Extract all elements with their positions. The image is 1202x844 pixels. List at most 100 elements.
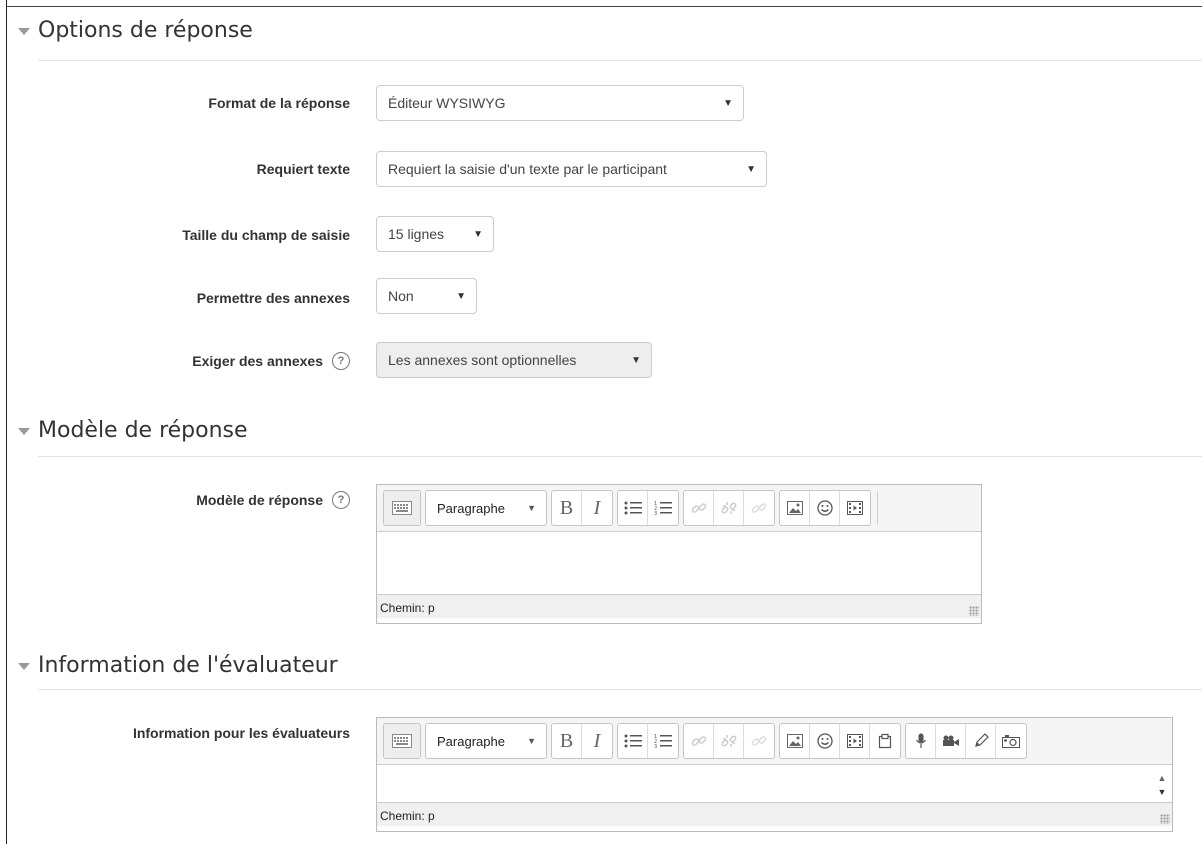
dropdown-arrow-icon: ▼ xyxy=(527,503,536,513)
section-title: Options de réponse xyxy=(38,18,253,43)
keyboard-toggle-icon[interactable] xyxy=(384,491,420,525)
response-template-label: Modèle de réponse ? xyxy=(196,490,350,510)
label-text: Modèle de réponse xyxy=(196,492,323,508)
toolbar-group xyxy=(683,490,775,526)
response-format-select[interactable]: Éditeur WYSIWYG ▼ xyxy=(376,85,744,121)
response-required-select[interactable]: Requiert la saisie d'un texte par le par… xyxy=(376,151,767,187)
dropdown-arrow-icon: ▼ xyxy=(456,290,466,302)
editor-content-area[interactable]: ▲ ▼ xyxy=(377,765,1172,802)
toolbar-group xyxy=(383,723,421,759)
attachments-required-label: Exiger des annexes ? xyxy=(192,351,350,371)
section-title: Modèle de réponse xyxy=(38,418,248,443)
label-text: Requiert texte xyxy=(256,161,350,177)
window-border-left xyxy=(6,0,7,844)
toolbar-group xyxy=(383,490,421,526)
editor-toolbar: Paragraphe ▼ B I 123 xyxy=(377,485,981,532)
editor-toolbar: Paragraphe ▼ B I 123 xyxy=(377,718,1172,765)
select-value: Éditeur WYSIWYG xyxy=(388,95,506,111)
bullet-list-icon[interactable] xyxy=(618,491,648,525)
italic-button[interactable]: I xyxy=(582,491,612,525)
anchor-link-icon xyxy=(744,724,774,758)
dropdown-arrow-icon: ▼ xyxy=(631,354,641,366)
dropdown-arrow-icon: ▼ xyxy=(723,97,733,109)
field-lines-label: Taille du champ de saisie xyxy=(182,225,350,245)
paragraph-format-select[interactable]: Paragraphe ▼ xyxy=(426,724,546,758)
manage-files-icon[interactable] xyxy=(870,724,900,758)
label-text: Permettre des annexes xyxy=(196,290,350,306)
record-video-icon[interactable] xyxy=(936,724,966,758)
collapse-triangle-icon[interactable] xyxy=(18,28,30,35)
response-format-label: Format de la réponse xyxy=(208,93,350,113)
media-icon[interactable] xyxy=(840,491,870,525)
grader-info-editor: Paragraphe ▼ B I 123 ▲ ▼ Chemin: p xyxy=(376,717,1173,832)
toolbar-group: B I xyxy=(551,490,613,526)
resize-handle-icon[interactable] xyxy=(1160,814,1170,824)
anchor-link-icon xyxy=(744,491,774,525)
attachments-required-select: Les annexes sont optionnelles ▼ xyxy=(376,342,652,378)
toolbar-end xyxy=(877,491,878,525)
editor-scrollbar[interactable]: ▲ ▼ xyxy=(1156,771,1168,799)
dropdown-arrow-icon: ▼ xyxy=(527,736,536,746)
keyboard-toggle-icon[interactable] xyxy=(384,724,420,758)
editor-path: Chemin: p xyxy=(380,601,435,615)
toolbar-group: 123 xyxy=(617,490,679,526)
editor-content-area[interactable] xyxy=(377,532,981,594)
dropdown-arrow-icon: ▼ xyxy=(473,228,483,240)
response-template-editor: Paragraphe ▼ B I 123 Chemin: p xyxy=(376,484,982,624)
editor-path: Chemin: p xyxy=(380,809,435,823)
bullet-list-icon[interactable] xyxy=(618,724,648,758)
scroll-up-icon[interactable]: ▲ xyxy=(1156,771,1168,785)
label-text: Exiger des annexes xyxy=(192,353,323,369)
toolbar-group xyxy=(683,723,775,759)
paragraph-label: Paragraphe xyxy=(437,733,505,749)
image-icon[interactable] xyxy=(780,491,810,525)
bold-button[interactable]: B xyxy=(552,491,582,525)
toolbar-group: Paragraphe ▼ xyxy=(425,490,547,526)
emoticon-icon[interactable] xyxy=(810,724,840,758)
section-header-model[interactable]: Modèle de réponse xyxy=(18,418,248,443)
numbered-list-icon[interactable]: 123 xyxy=(648,491,678,525)
image-icon[interactable] xyxy=(780,724,810,758)
section-title: Information de l'évaluateur xyxy=(38,653,338,678)
paragraph-label: Paragraphe xyxy=(437,500,505,516)
editor-statusbar: Chemin: p xyxy=(377,594,981,618)
section-header-grader[interactable]: Information de l'évaluateur xyxy=(18,653,338,678)
dropdown-arrow-icon: ▼ xyxy=(746,163,756,175)
select-value: Requiert la saisie d'un texte par le par… xyxy=(388,161,667,177)
collapse-triangle-icon[interactable] xyxy=(18,428,30,435)
resize-handle-icon[interactable] xyxy=(969,606,979,616)
section-divider xyxy=(38,60,1202,61)
field-lines-select[interactable]: 15 lignes ▼ xyxy=(376,216,494,252)
emoticon-icon[interactable] xyxy=(810,491,840,525)
unlink-icon xyxy=(714,491,744,525)
link-icon xyxy=(684,724,714,758)
record-audio-icon[interactable] xyxy=(906,724,936,758)
help-icon[interactable]: ? xyxy=(332,352,350,370)
unlink-icon xyxy=(714,724,744,758)
grader-info-label: Information pour les évaluateurs xyxy=(133,723,350,743)
screenshot-camera-icon[interactable] xyxy=(996,724,1026,758)
label-text: Information pour les évaluateurs xyxy=(132,725,350,741)
toolbar-group xyxy=(779,490,871,526)
media-icon[interactable] xyxy=(840,724,870,758)
scroll-down-icon[interactable]: ▼ xyxy=(1156,785,1168,799)
section-header-options[interactable]: Options de réponse xyxy=(18,18,253,43)
window-border-top xyxy=(6,6,1202,7)
numbered-list-icon[interactable]: 123 xyxy=(648,724,678,758)
section-divider xyxy=(38,456,1202,457)
help-icon[interactable]: ? xyxy=(332,491,350,509)
toolbar-group xyxy=(779,723,901,759)
collapse-triangle-icon[interactable] xyxy=(18,663,30,670)
response-required-label: Requiert texte xyxy=(257,159,350,179)
attachments-select[interactable]: Non ▼ xyxy=(376,278,477,314)
attachments-label: Permettre des annexes xyxy=(197,288,350,308)
toolbar-group xyxy=(905,723,1027,759)
paragraph-format-select[interactable]: Paragraphe ▼ xyxy=(426,491,546,525)
drawing-icon[interactable] xyxy=(966,724,996,758)
toolbar-group: B I xyxy=(551,723,613,759)
italic-button[interactable]: I xyxy=(582,724,612,758)
bold-button[interactable]: B xyxy=(552,724,582,758)
select-value: Non xyxy=(388,288,414,304)
label-text: Taille du champ de saisie xyxy=(182,227,350,243)
svg-text:3: 3 xyxy=(654,511,657,515)
